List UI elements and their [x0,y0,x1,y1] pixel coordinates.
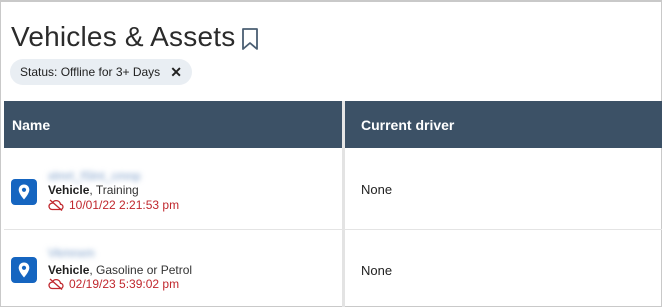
table-row[interactable]: xlmrt_fSlnt_cmnp Vehicle, Training 10/01… [4,150,662,230]
asset-cell: Vkmnxm Vehicle, Gasoline or Petrol 02/19… [4,230,342,307]
status-filter-chip[interactable]: Status: Offline for 3+ Days ✕ [10,59,192,85]
location-pin-icon [11,257,37,283]
column-header-name[interactable]: Name [4,101,342,148]
page-frame: Vehicles & Assets Status: Offline for 3+… [0,0,662,307]
asset-name-link[interactable]: Vkmnxm [48,246,95,260]
asset-type-detail: , Gasoline or Petrol [89,263,193,277]
page-title: Vehicles & Assets [11,21,236,52]
current-driver-cell: None [361,262,393,278]
filter-chip-label: Status: Offline for 3+ Days [20,65,161,79]
table-row[interactable]: Vkmnxm Vehicle, Gasoline or Petrol 02/19… [4,230,662,307]
offline-status: 10/01/22 2:21:53 pm [48,198,179,212]
cloud-off-icon [48,278,64,290]
asset-cell: xlmrt_fSlnt_cmnp Vehicle, Training 10/01… [4,150,342,229]
offline-since-time: 02/19/23 5:39:02 pm [69,277,180,291]
asset-type-bold: Vehicle [48,263,90,277]
asset-type: Vehicle, Gasoline or Petrol [48,263,192,277]
location-pin-icon [11,179,37,205]
column-header-current-driver[interactable]: Current driver [345,101,662,148]
asset-name-link[interactable]: xlmrt_fSlnt_cmnp [48,169,141,183]
asset-type: Vehicle, Training [48,183,139,197]
current-driver-cell: None [361,182,393,197]
remove-filter-icon[interactable]: ✕ [170,65,182,79]
offline-status: 02/19/23 5:39:02 pm [48,277,179,291]
asset-type-bold: Vehicle [48,183,90,197]
bookmark-icon[interactable] [241,27,259,51]
offline-since-time: 10/01/22 2:21:53 pm [69,198,180,212]
page-header: Vehicles & Assets [11,20,259,54]
asset-type-detail: , Training [89,183,139,197]
cloud-off-icon [48,199,64,211]
table-header: Name Current driver [4,101,662,148]
